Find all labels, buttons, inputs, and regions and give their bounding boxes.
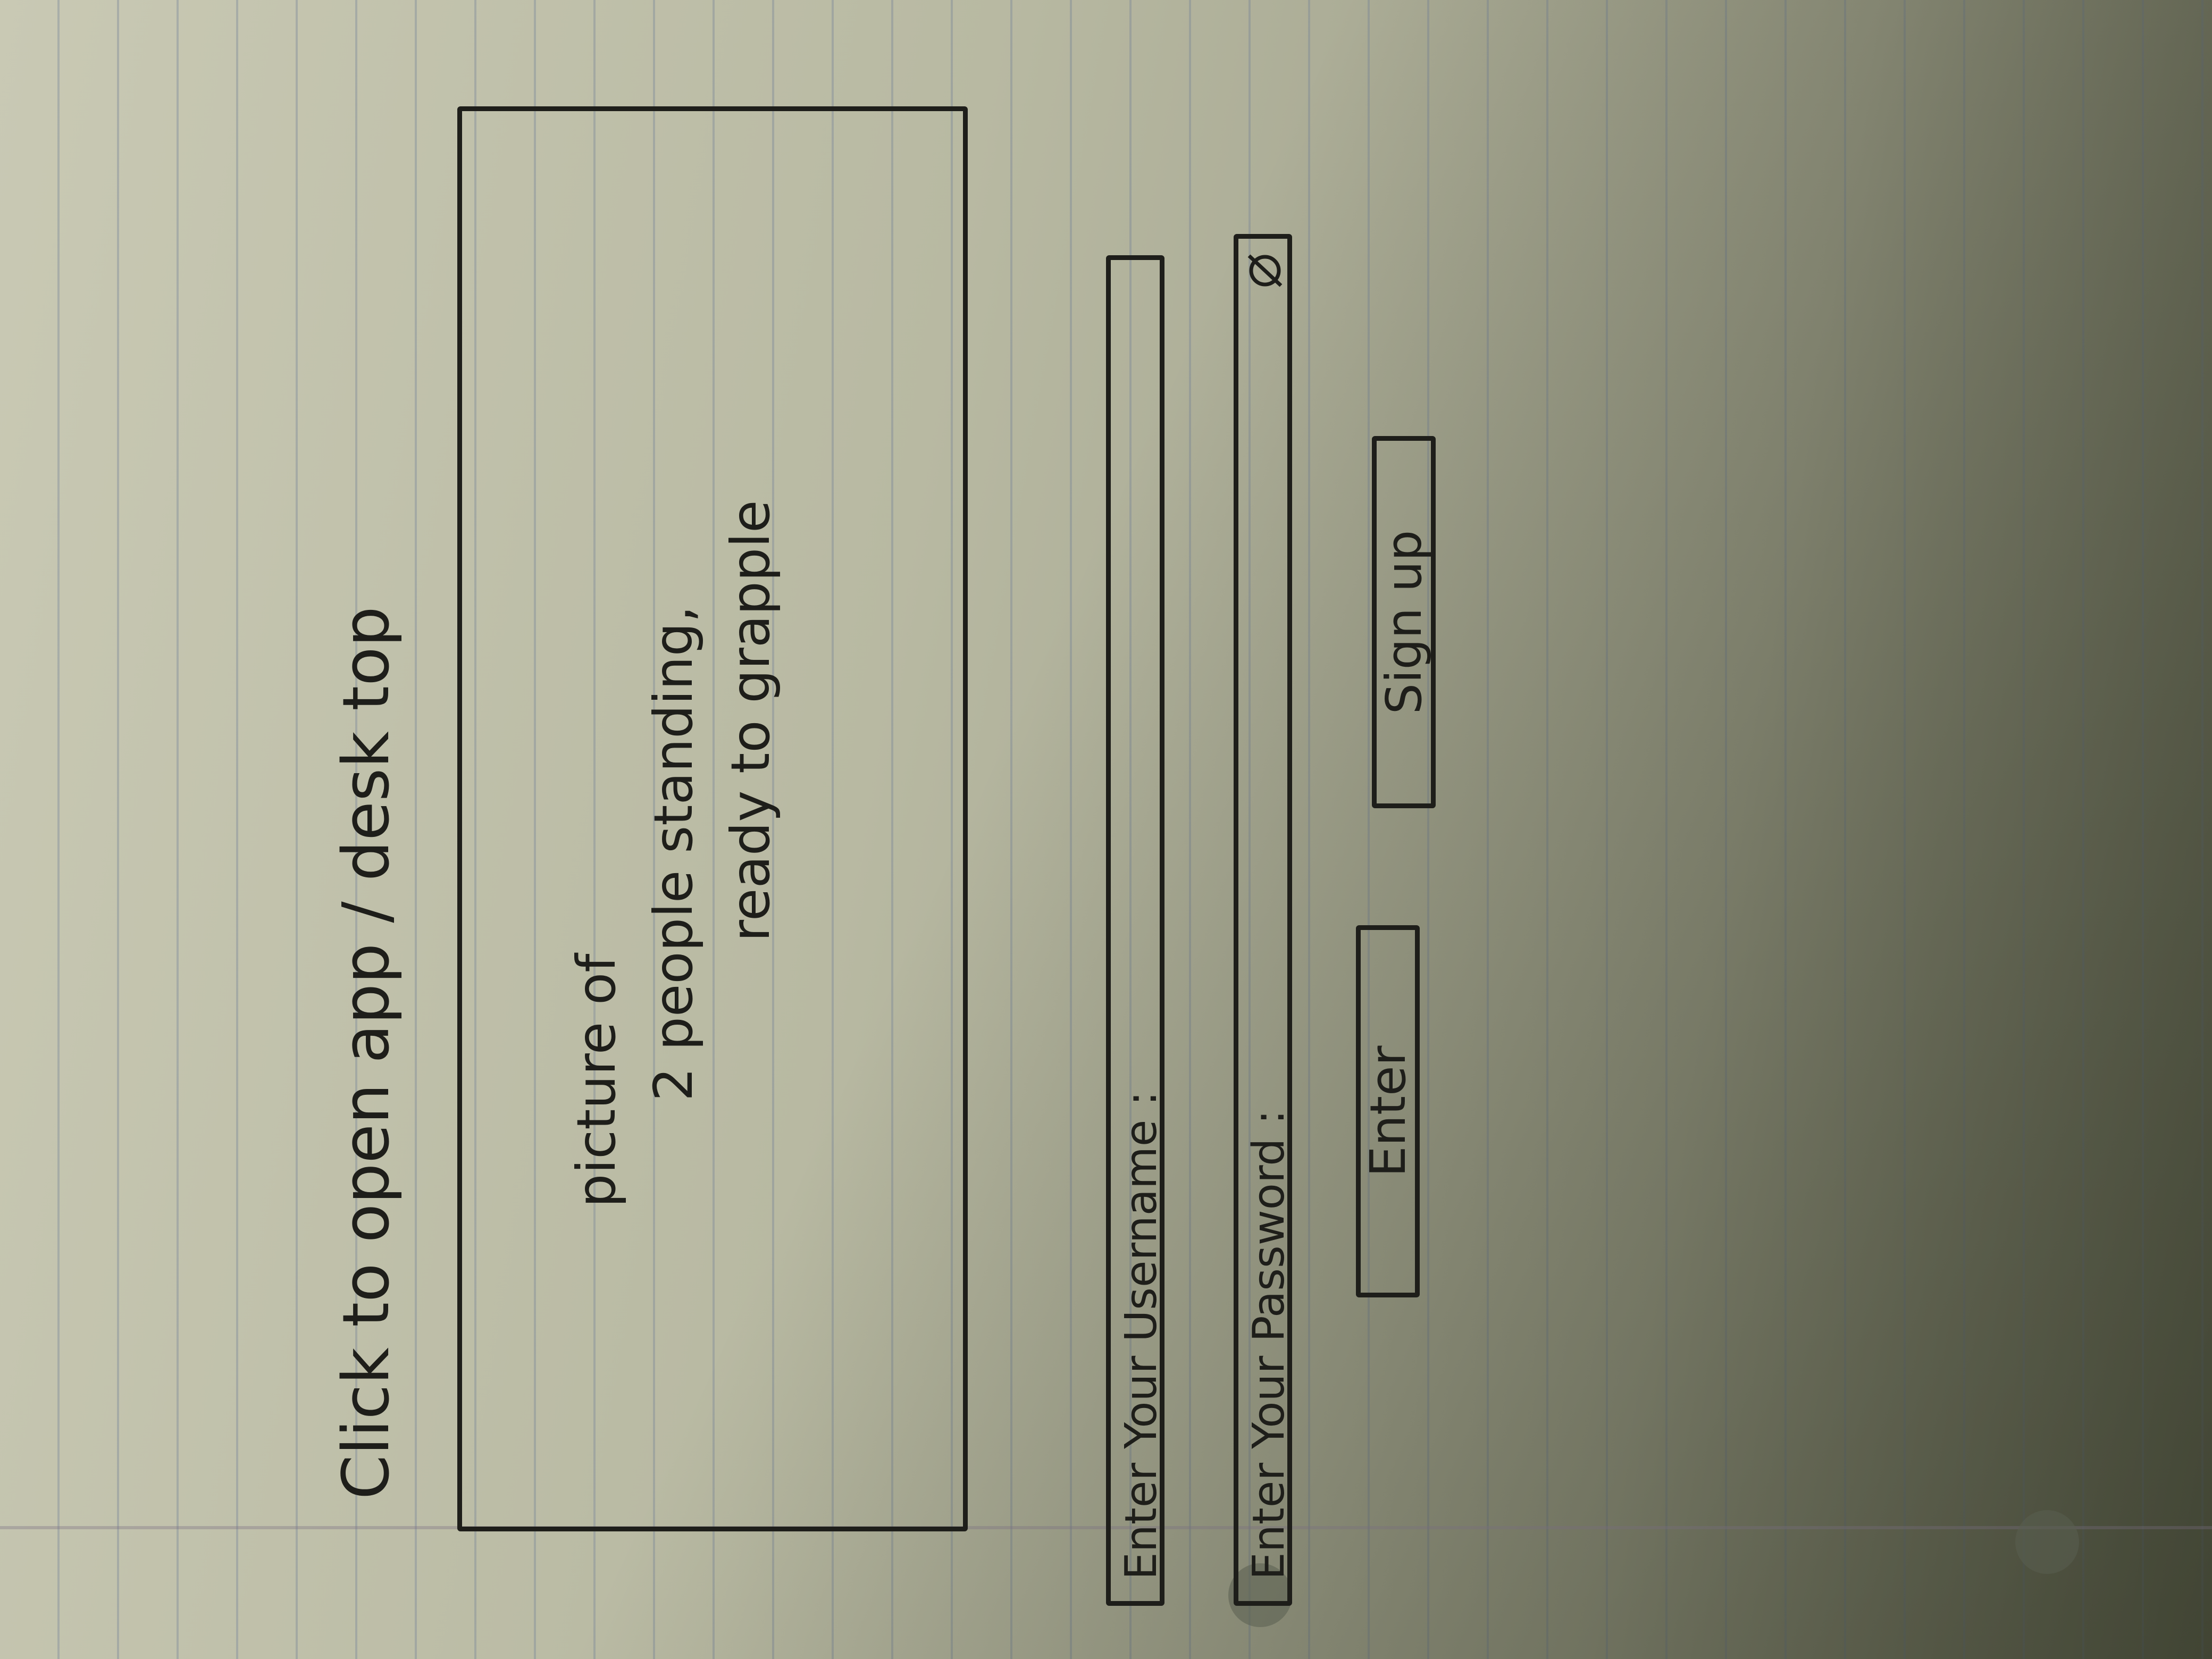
- login-wireframe: Click to open app / desk top picture of …: [213, 85, 1436, 1627]
- password-field[interactable]: Enter Your Password :: [1234, 234, 1294, 1606]
- hero-image-placeholder: picture of 2 people standing, ready to g…: [457, 106, 968, 1531]
- binder-hole: [2015, 1510, 2079, 1574]
- eye-slash-icon[interactable]: [1244, 249, 1286, 292]
- enter-button[interactable]: Enter: [1356, 925, 1420, 1297]
- hero-caption-line: picture of: [565, 953, 627, 1208]
- hero-caption-line: 2 people standing,: [642, 605, 705, 1101]
- password-placeholder: Enter Your Password :: [1244, 1110, 1294, 1580]
- username-field[interactable]: Enter Your Username :: [1106, 255, 1167, 1606]
- hero-caption-line: ready to grapple: [719, 500, 782, 942]
- sign-up-button[interactable]: Sign up: [1372, 436, 1436, 808]
- hero-image-caption: picture of 2 people standing, ready to g…: [558, 463, 789, 1208]
- launch-note[interactable]: Click to open app / desk top: [330, 606, 404, 1499]
- username-placeholder: Enter Your Username :: [1116, 1091, 1167, 1580]
